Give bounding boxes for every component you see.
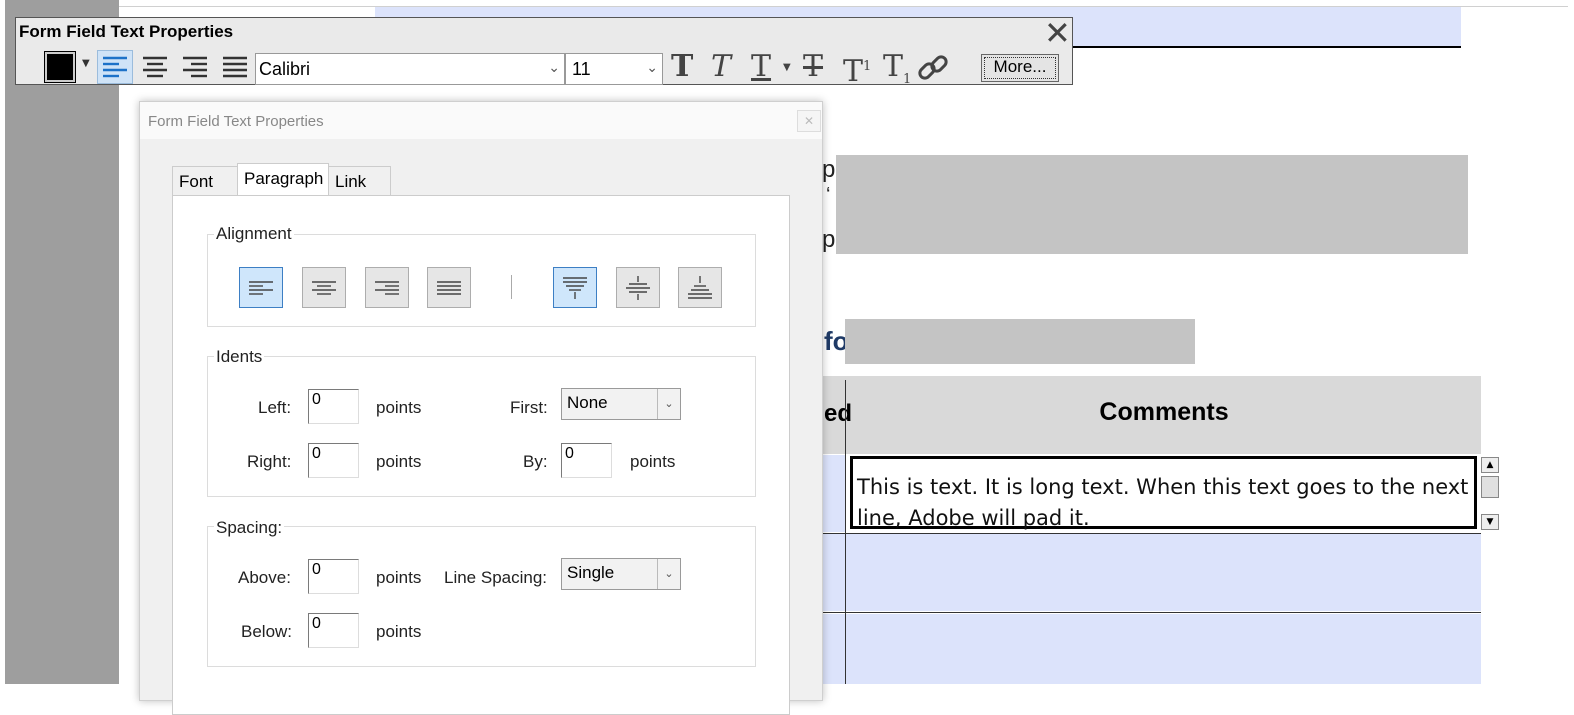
font-family-value: Calibri (259, 59, 311, 79)
paragraph-align-left-button[interactable] (239, 267, 283, 308)
viewer-gray-margin (5, 0, 119, 684)
dialog-title: Form Field Text Properties (148, 113, 324, 130)
superscript-icon[interactable]: T1 (843, 50, 871, 89)
alignment-label: Alignment (214, 224, 294, 244)
scroll-down-icon[interactable]: ▼ (1481, 514, 1499, 530)
more-button[interactable]: More... (981, 54, 1059, 82)
justify-button[interactable] (217, 50, 253, 84)
font-size-select[interactable]: 11 ⌄ (565, 53, 663, 85)
align-right-button[interactable] (177, 50, 213, 84)
tab-paragraph[interactable]: Paragraph (237, 163, 329, 197)
tab-link[interactable]: Link (328, 166, 391, 196)
line-spacing-label: Line Spacing: (444, 568, 548, 587)
close-icon[interactable]: ✕ (1044, 17, 1071, 49)
first-indent-value: None (567, 393, 608, 412)
table-row-field[interactable] (822, 534, 1481, 611)
valign-top-icon (563, 276, 587, 299)
indents-label: Idents (214, 347, 265, 367)
table-row-field[interactable] (822, 614, 1481, 684)
below-label: Below: (241, 622, 293, 641)
scrollbar-thumb[interactable] (1481, 476, 1499, 498)
points-unit-label: points (376, 568, 422, 587)
chain-link-icon (918, 55, 948, 80)
font-size-value: 11 (572, 59, 591, 79)
align-right-icon (375, 280, 399, 295)
text-fragment-2: ‘ (826, 184, 831, 206)
table-column-divider (845, 380, 846, 684)
valign-middle-button[interactable] (616, 267, 660, 308)
align-center-button[interactable] (137, 50, 173, 84)
tab-font[interactable]: Font (172, 166, 238, 196)
color-dropdown-icon[interactable]: ▼ (82, 58, 90, 69)
chevron-down-icon: ⌄ (657, 559, 680, 589)
chevron-down-icon: ⌄ (646, 59, 658, 75)
alignment-group (207, 234, 756, 327)
valign-bottom-icon (688, 275, 712, 299)
left-indent-input[interactable]: 0 (308, 389, 359, 424)
align-right-icon (183, 56, 207, 78)
align-left-icon (103, 56, 127, 78)
above-label: Above: (238, 568, 291, 587)
valign-middle-icon (626, 275, 650, 300)
paragraph-justify-button[interactable] (427, 267, 471, 308)
text-fragment-1: p (822, 156, 836, 183)
spacing-below-input[interactable]: 0 (308, 613, 359, 648)
valign-top-button[interactable] (553, 267, 597, 308)
chevron-down-icon: ⌄ (548, 59, 560, 75)
font-family-select[interactable]: Calibri ⌄ (255, 53, 565, 85)
left-indent-label: Left: (258, 398, 292, 417)
text-fragment-3: p (822, 226, 836, 253)
underline-dropdown-icon[interactable]: ▼ (783, 62, 791, 73)
close-icon[interactable]: ✕ (797, 110, 821, 132)
line-spacing-value: Single (567, 563, 615, 582)
align-left-button[interactable] (97, 50, 133, 84)
redacted-block-2 (845, 319, 1195, 364)
align-left-icon (249, 280, 273, 295)
align-center-icon (312, 280, 336, 295)
first-indent-select[interactable]: None ⌄ (561, 388, 681, 420)
align-center-icon (143, 56, 167, 78)
paragraph-align-center-button[interactable] (302, 267, 346, 308)
by-input[interactable]: 0 (561, 443, 612, 478)
right-indent-input[interactable]: 0 (308, 443, 359, 478)
paragraph-align-right-button[interactable] (365, 267, 409, 308)
spacing-above-input[interactable]: 0 (308, 559, 359, 594)
first-indent-label: First: (510, 398, 548, 417)
comments-text-field[interactable]: This is text. It is long text. When this… (850, 456, 1477, 530)
spacing-label: Spacing: (214, 518, 285, 538)
alignment-separator (511, 275, 512, 299)
redacted-block-1 (836, 155, 1468, 254)
spacing-group (207, 526, 756, 667)
line-spacing-select[interactable]: Single ⌄ (561, 558, 681, 590)
chevron-down-icon: ⌄ (657, 389, 680, 419)
table-row-divider (822, 612, 1481, 613)
right-indent-label: Right: (247, 452, 292, 471)
table-cell-field[interactable] (822, 455, 845, 532)
toolbar-title: Form Field Text Properties (19, 22, 234, 41)
points-unit-label: points (630, 452, 676, 471)
points-unit-label: points (376, 398, 422, 417)
scroll-up-icon[interactable]: ▲ (1481, 457, 1499, 473)
points-unit-label: points (376, 452, 422, 471)
link-icon[interactable] (916, 51, 952, 89)
subscript-icon[interactable]: T1 (883, 50, 911, 97)
text-color-button[interactable] (44, 51, 76, 83)
text-properties-dialog: Form Field Text Properties ✕ Font Paragr… (139, 101, 823, 715)
strikethrough-icon[interactable]: T (803, 50, 823, 84)
justify-icon (437, 280, 461, 295)
underline-icon[interactable]: T (751, 50, 771, 84)
indents-group (207, 356, 756, 497)
table-header-comments: Comments (1099, 398, 1229, 426)
by-label: By: (523, 452, 548, 471)
points-unit-label: points (376, 622, 422, 641)
valign-bottom-button[interactable] (678, 267, 722, 308)
italic-icon[interactable]: T (711, 50, 731, 84)
bold-icon[interactable]: T (671, 50, 693, 84)
text-properties-toolbar: Form Field Text Properties ✕ ▼ Calibri ⌄… (15, 17, 1073, 89)
justify-icon (223, 56, 247, 78)
